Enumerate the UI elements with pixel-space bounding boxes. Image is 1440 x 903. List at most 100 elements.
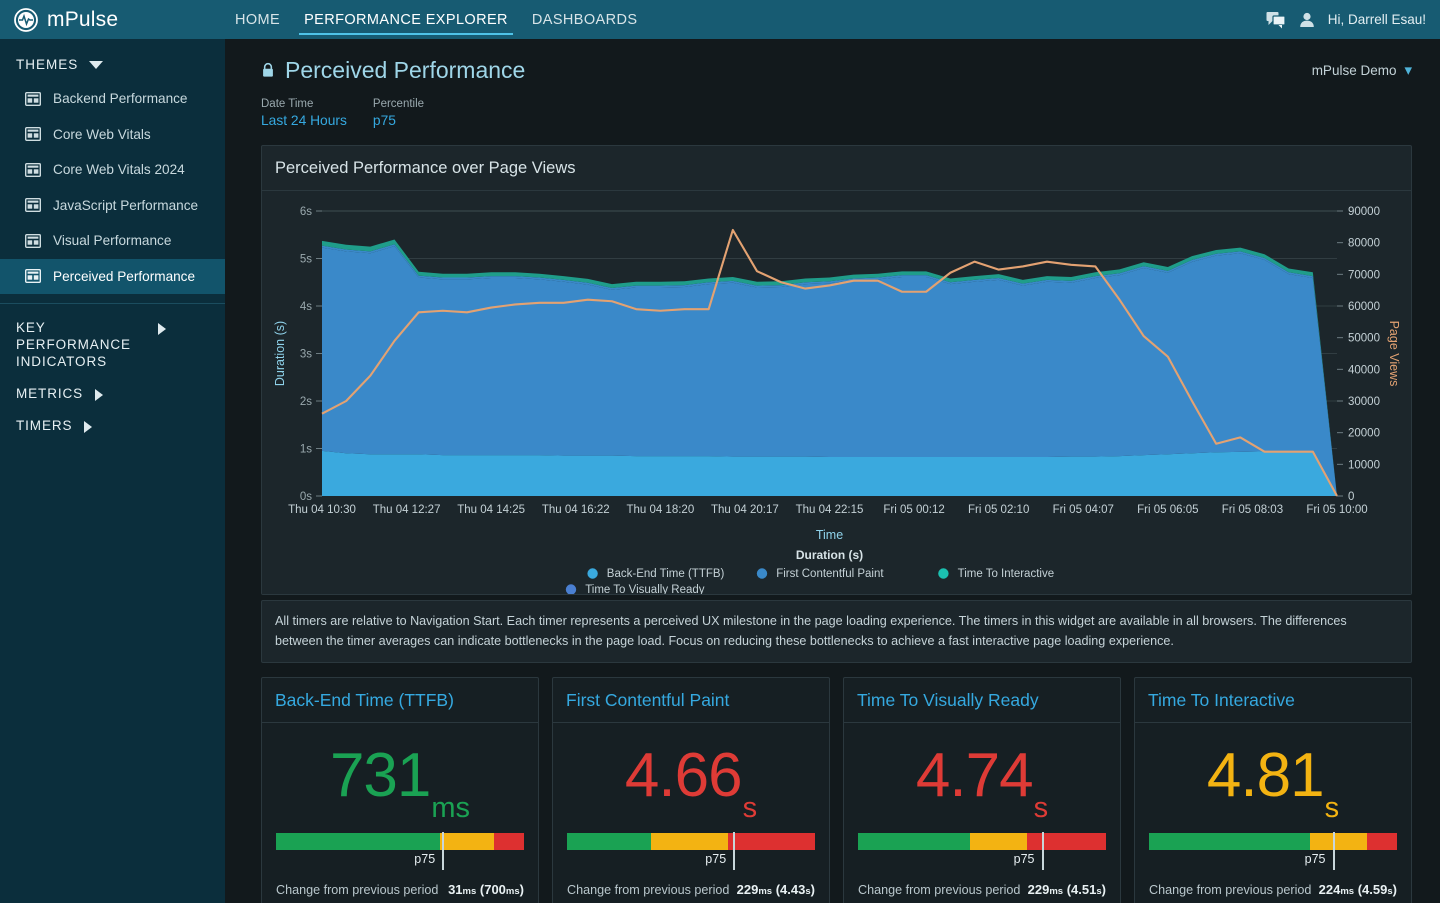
metric-card-title: First Contentful Paint [553, 678, 829, 723]
metric-value: 731 [330, 745, 430, 807]
sidebar-section-themes[interactable]: THEMES [0, 39, 225, 81]
filter-label: Percentile [373, 98, 424, 110]
sidebar-group-label: TIMERS [16, 417, 72, 434]
tenant-name: mPulse Demo [1312, 63, 1397, 78]
nav-link-performance-explorer[interactable]: PERFORMANCE EXPLORER [292, 2, 520, 37]
top-navigation-bar: mPulse HOME PERFORMANCE EXPLORER DASHBOA… [0, 0, 1440, 39]
filter-date-time[interactable]: Date Time Last 24 Hours [261, 98, 347, 128]
sidebar-item-javascript-performance[interactable]: JavaScript Performance [0, 188, 225, 224]
threshold-segment-2 [494, 833, 524, 850]
metric-cards: Back-End Time (TTFB) 731 ms p75 Change f… [261, 677, 1412, 903]
filter-percentile[interactable]: Percentile p75 [373, 98, 424, 128]
dashboard-icon [25, 163, 41, 177]
metric-card-footer: Change from previous period 224ms (4.59s… [1149, 870, 1397, 903]
previous-number: (700 [480, 882, 506, 897]
nav-link-home[interactable]: HOME [223, 2, 292, 37]
svg-text:1s: 1s [300, 444, 312, 456]
legend-swatch [566, 584, 576, 594]
chat-bubbles-icon[interactable] [1266, 11, 1286, 29]
change-unit: ms [758, 886, 772, 897]
svg-text:Fri 05 04:07: Fri 05 04:07 [1053, 504, 1114, 516]
metric-value-block: 4.74 s [858, 723, 1106, 833]
svg-text:10000: 10000 [1348, 459, 1380, 471]
previous-number: (4.59 [1358, 882, 1388, 897]
svg-text:Fri 05 10:00: Fri 05 10:00 [1306, 504, 1367, 516]
threshold-segment-1 [651, 833, 728, 850]
sidebar-item-label: Visual Performance [53, 233, 171, 248]
sidebar-group-timers[interactable]: TIMERS [0, 402, 225, 434]
threshold-segment-0 [276, 833, 440, 850]
metric-card-body: 4.74 s p75 Change from previous period 2… [844, 723, 1120, 903]
metric-card-title: Time To Interactive [1135, 678, 1411, 723]
legend-swatch [757, 568, 767, 578]
change-value: 229ms (4.51s) [1028, 882, 1106, 897]
nav-right-cluster: Hi, Darrell Esau! [1266, 11, 1440, 29]
filter-value[interactable]: p75 [373, 113, 424, 128]
page-title-text: Perceived Performance [285, 57, 525, 84]
sidebar-item-label: Core Web Vitals [53, 127, 151, 142]
sidebar-group-metrics[interactable]: METRICS [0, 370, 225, 402]
metric-value-block: 4.66 s [567, 723, 815, 833]
sidebar-item-core-web-vitals[interactable]: Core Web Vitals [0, 117, 225, 153]
metric-card-time-to-visually-ready[interactable]: Time To Visually Ready 4.74 s p75 Change… [843, 677, 1121, 903]
change-label: Change from previous period [1149, 883, 1311, 897]
threshold-segment-1 [440, 833, 495, 850]
page-header: Perceived Performance mPulse Demo ▾ Date… [225, 39, 1440, 128]
metric-unit: s [743, 794, 758, 829]
sidebar-item-backend-performance[interactable]: Backend Performance [0, 81, 225, 117]
metric-value: 4.66 [625, 745, 742, 807]
user-avatar-icon[interactable] [1297, 11, 1317, 29]
nav-link-dashboards[interactable]: DASHBOARDS [520, 2, 650, 37]
metric-value: 4.81 [1207, 745, 1324, 807]
change-label: Change from previous period [567, 883, 729, 897]
sidebar-group-kpi[interactable]: KEY PERFORMANCE INDICATORS [0, 304, 225, 370]
previous-close: ) [811, 882, 815, 897]
legend-label: Time To Interactive [958, 568, 1055, 580]
metric-card-time-to-interactive[interactable]: Time To Interactive 4.81 s p75 Change fr… [1134, 677, 1412, 903]
brand-name: mPulse [47, 8, 118, 32]
sidebar-item-perceived-performance[interactable]: Perceived Performance [0, 259, 225, 295]
legend-swatch [587, 568, 597, 578]
dashboard-icon [25, 127, 41, 141]
svg-text:90000: 90000 [1348, 206, 1380, 218]
metric-card-back-end-time[interactable]: Back-End Time (TTFB) 731 ms p75 Change f… [261, 677, 539, 903]
svg-text:Fri 05 06:05: Fri 05 06:05 [1137, 504, 1198, 516]
percentile-label: p75 [1305, 852, 1326, 866]
metric-card-first-contentful-paint[interactable]: First Contentful Paint 4.66 s p75 Change… [552, 677, 830, 903]
threshold-segment-0 [1149, 833, 1310, 850]
pulse-logo-icon [14, 8, 38, 32]
change-unit: ms [1049, 886, 1063, 897]
sidebar-item-core-web-vitals-2024[interactable]: Core Web Vitals 2024 [0, 152, 225, 188]
main-content: Perceived Performance mPulse Demo ▾ Date… [225, 39, 1440, 903]
threshold-segment-2 [1027, 833, 1106, 850]
svg-text:4s: 4s [300, 301, 312, 313]
threshold-segment-2 [728, 833, 815, 850]
chart-area[interactable]: 0s1s2s3s4s5s6sDuration (s)01000020000300… [262, 191, 1411, 594]
change-value: 229ms (4.43s) [737, 882, 815, 897]
svg-text:Thu 04 12:27: Thu 04 12:27 [373, 504, 441, 516]
filter-value[interactable]: Last 24 Hours [261, 113, 347, 128]
threshold-segment-3 [1367, 833, 1397, 850]
svg-text:Thu 04 18:20: Thu 04 18:20 [626, 504, 694, 516]
perceived-performance-chart[interactable]: 0s1s2s3s4s5s6sDuration (s)01000020000300… [262, 191, 1413, 594]
svg-text:50000: 50000 [1348, 333, 1380, 345]
previous-close: ) [520, 882, 524, 897]
svg-text:Thu 04 20:17: Thu 04 20:17 [711, 504, 779, 516]
metric-value: 4.74 [916, 745, 1033, 807]
svg-text:Thu 04 10:30: Thu 04 10:30 [288, 504, 356, 516]
brand-logo[interactable]: mPulse [0, 8, 225, 32]
tenant-selector[interactable]: mPulse Demo ▾ [1312, 61, 1412, 79]
dashboard-icon [25, 198, 41, 212]
change-number: 229 [1028, 882, 1050, 897]
threshold-segment-1 [970, 833, 1027, 850]
user-greeting[interactable]: Hi, Darrell Esau! [1328, 12, 1426, 27]
svg-text:Fri 05 08:03: Fri 05 08:03 [1222, 504, 1283, 516]
sidebar-item-visual-performance[interactable]: Visual Performance [0, 223, 225, 259]
dashboard-icon [25, 234, 41, 248]
svg-text:70000: 70000 [1348, 269, 1380, 281]
sidebar-item-label: JavaScript Performance [53, 198, 198, 213]
metric-card-body: 4.66 s p75 Change from previous period 2… [553, 723, 829, 903]
svg-text:5s: 5s [300, 254, 312, 266]
change-label: Change from previous period [858, 883, 1020, 897]
threshold-bar [1149, 833, 1397, 850]
